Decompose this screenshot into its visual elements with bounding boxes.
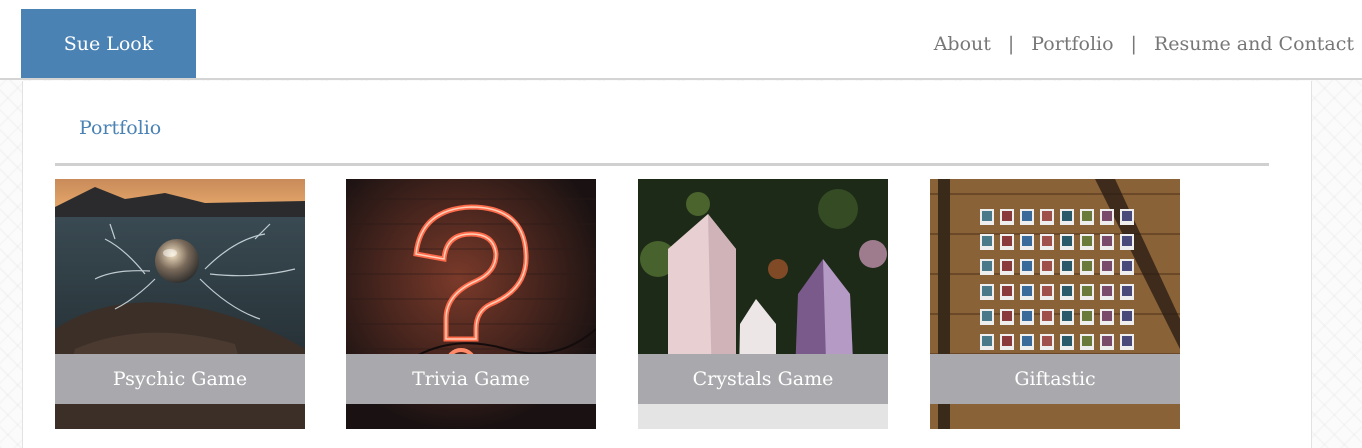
portfolio-panel: Portfolio Psychic Game Trivia Game Cryst… <box>22 81 1312 448</box>
portfolio-card-giftastic[interactable]: Giftastic <box>930 179 1180 429</box>
section-title: Portfolio <box>79 117 162 139</box>
card-caption: Giftastic <box>930 354 1180 404</box>
card-caption: Psychic Game <box>55 354 305 404</box>
section-divider <box>55 163 1269 166</box>
nav-separator: | <box>1007 33 1015 55</box>
nav-link-resume-contact[interactable]: Resume and Contact <box>1154 33 1354 55</box>
nav-link-portfolio[interactable]: Portfolio <box>1031 33 1113 55</box>
portfolio-card-crystals-game[interactable]: Crystals Game <box>638 179 888 429</box>
portfolio-card-psychic-game[interactable]: Psychic Game <box>55 179 305 429</box>
brand-logo-button[interactable]: Sue Look <box>21 9 196 78</box>
nav-link-about[interactable]: About <box>934 33 991 55</box>
card-caption: Trivia Game <box>346 354 596 404</box>
portfolio-card-trivia-game[interactable]: Trivia Game <box>346 179 596 429</box>
nav-separator: | <box>1130 33 1137 55</box>
top-navbar: Sue Look About | Portfolio | Resume and … <box>0 0 1362 80</box>
card-caption: Crystals Game <box>638 354 888 404</box>
main-nav: About | Portfolio | Resume and Contact <box>934 30 1354 58</box>
